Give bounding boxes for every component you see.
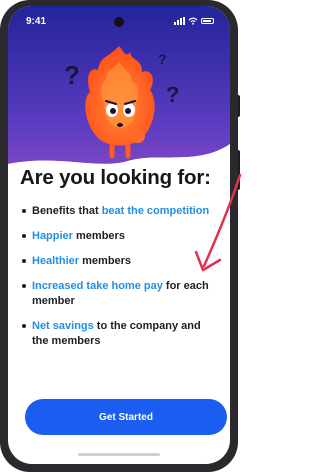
benefit-item: Increased take home pay for each member [22, 279, 220, 309]
wifi-icon [188, 17, 198, 25]
benefit-item: Net savings to the company and the membe… [22, 319, 220, 349]
svg-text:?: ? [64, 60, 80, 90]
question-mark-icon: ? [64, 60, 80, 90]
home-indicator [78, 453, 160, 456]
get-started-button[interactable]: Get Started [25, 399, 227, 435]
benefit-highlight-text: Healthier [32, 255, 80, 267]
benefit-highlight-text: Net savings [32, 320, 94, 332]
red-arrow-icon [194, 173, 242, 272]
front-camera [114, 17, 124, 27]
status-icons [174, 17, 214, 25]
benefit-text: members [72, 230, 125, 242]
benefit-highlight-text: Happier [32, 230, 73, 242]
benefit-highlight-text: Increased take home pay [32, 280, 163, 292]
svg-text:?: ? [158, 51, 167, 67]
signal-icon [174, 17, 185, 25]
benefit-text: Benefits that [32, 205, 102, 217]
battery-icon [201, 18, 214, 24]
question-mark-icon: ? [166, 82, 179, 107]
status-time: 9:41 [26, 15, 47, 27]
question-mark-icon: ? [158, 51, 167, 67]
benefit-text: members [79, 255, 132, 267]
svg-text:?: ? [166, 82, 179, 107]
